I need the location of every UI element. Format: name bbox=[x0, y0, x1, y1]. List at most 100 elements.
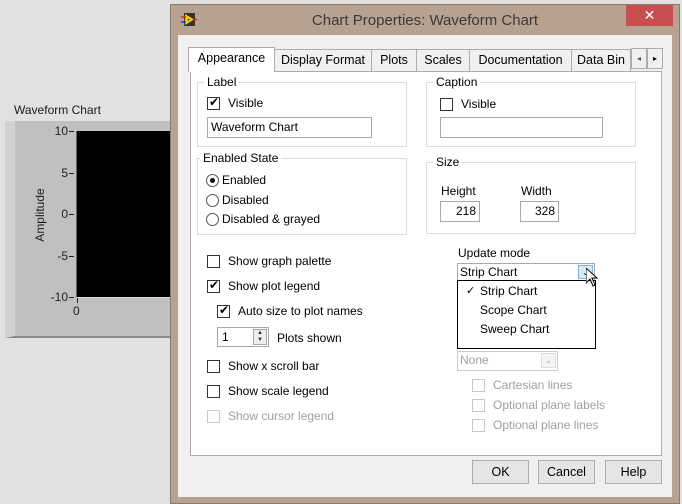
show-cursor-legend-label: Show cursor legend bbox=[228, 409, 335, 423]
tab-data-binding[interactable]: Data Bin bbox=[571, 49, 631, 71]
radio-disabled-grayed[interactable]: Disabled & grayed bbox=[206, 212, 320, 226]
x-tick-mark bbox=[77, 298, 78, 303]
y-tick-label: 5 bbox=[38, 166, 74, 180]
menu-item-label: Sweep Chart bbox=[480, 322, 550, 336]
enabled-state-title: Enabled State bbox=[200, 151, 282, 165]
cartesian-lines-checkbox: Cartesian lines bbox=[472, 378, 572, 392]
cartesian-lines-label: Cartesian lines bbox=[493, 378, 573, 392]
tab-display-format[interactable]: Display Format bbox=[274, 49, 372, 71]
plots-shown-label: Plots shown bbox=[277, 331, 342, 345]
show-scale-legend-checkbox[interactable]: Show scale legend bbox=[207, 384, 329, 398]
tab-appearance[interactable]: Appearance bbox=[188, 47, 275, 72]
radio-disabled[interactable]: Disabled bbox=[206, 193, 269, 207]
show-plot-legend-label: Show plot legend bbox=[228, 279, 321, 293]
tab-documentation[interactable]: Documentation bbox=[469, 49, 572, 71]
auto-size-checkbox[interactable]: Auto size to plot names bbox=[217, 303, 363, 318]
close-button[interactable]: ✕ bbox=[626, 5, 673, 26]
tab-scroll-left-button[interactable]: ◂ bbox=[631, 48, 647, 69]
radio-disabled-label: Disabled bbox=[222, 193, 269, 207]
y-tick-label: 0 bbox=[38, 207, 74, 221]
menu-item-sweep-chart[interactable]: Sweep Chart bbox=[458, 320, 595, 339]
enabled-state-group: Enabled State Enabled Disabled Disabled … bbox=[197, 151, 407, 235]
menu-item-scope-chart[interactable]: Scope Chart bbox=[458, 301, 595, 320]
radio-disabled-grayed-label: Disabled & grayed bbox=[222, 212, 321, 226]
menu-item-label: Scope Chart bbox=[480, 303, 547, 317]
plots-shown-spinner[interactable]: 1 ▲ ▼ bbox=[217, 327, 269, 347]
checkbox-box bbox=[472, 418, 485, 432]
menu-item-strip-chart[interactable]: ✓ Strip Chart bbox=[458, 282, 595, 301]
spinner-buttons[interactable]: ▲ ▼ bbox=[253, 329, 267, 345]
width-input[interactable]: 328 bbox=[520, 201, 559, 222]
waveform-chart-plot-area[interactable] bbox=[76, 131, 176, 298]
appearance-panel: Label Visible Waveform Chart Caption Vis… bbox=[190, 71, 662, 456]
checkbox-box bbox=[207, 254, 220, 268]
show-graph-palette-label: Show graph palette bbox=[228, 254, 332, 268]
arrow-left-icon: ◂ bbox=[636, 54, 641, 63]
checkbox-box bbox=[440, 97, 453, 111]
radio-enabled[interactable]: Enabled bbox=[206, 173, 266, 187]
chevron-down-icon: ⌄ bbox=[541, 353, 556, 368]
show-x-scroll-bar-checkbox[interactable]: Show x scroll bar bbox=[207, 359, 319, 373]
label-group: Label Visible Waveform Chart bbox=[197, 75, 407, 147]
close-icon: ✕ bbox=[643, 7, 656, 23]
checkbox-box bbox=[207, 278, 220, 293]
show-scale-legend-label: Show scale legend bbox=[228, 384, 329, 398]
y-tick-label: -10 bbox=[38, 290, 74, 304]
tab-scales[interactable]: Scales bbox=[416, 49, 470, 71]
radio-dot bbox=[206, 173, 219, 187]
label-text-input[interactable]: Waveform Chart bbox=[207, 117, 372, 138]
optional-plane-labels-checkbox: Optional plane labels bbox=[472, 398, 605, 412]
checkbox-box bbox=[207, 384, 220, 398]
optional-plane-labels-label: Optional plane labels bbox=[493, 398, 606, 412]
optional-plane-lines-checkbox: Optional plane lines bbox=[472, 418, 598, 432]
update-mode-select[interactable]: Strip Chart ⌄ bbox=[457, 263, 595, 281]
checkbox-box bbox=[472, 398, 485, 412]
optional-plane-lines-label: Optional plane lines bbox=[493, 418, 599, 432]
tab-plots[interactable]: Plots bbox=[371, 49, 417, 71]
chart-properties-dialog: + Chart Properties: Waveform Chart ✕ App… bbox=[170, 4, 680, 504]
special-plane-value: None bbox=[460, 353, 489, 367]
update-mode-value: Strip Chart bbox=[460, 265, 518, 279]
checkmark-icon: ✓ bbox=[466, 285, 476, 297]
waveform-chart-label: Waveform Chart bbox=[14, 103, 101, 117]
size-group-title: Size bbox=[433, 155, 463, 169]
x-tick-label: 0 bbox=[73, 304, 80, 318]
caption-group: Caption Visible bbox=[426, 75, 636, 147]
radio-dot bbox=[206, 212, 219, 226]
checkbox-box bbox=[217, 303, 230, 318]
show-graph-palette-checkbox[interactable]: Show graph palette bbox=[207, 254, 331, 268]
checkbox-box bbox=[207, 359, 220, 373]
checkbox-box bbox=[207, 409, 220, 423]
y-tick-label: 10 bbox=[38, 124, 74, 138]
tab-scroll-right-button[interactable]: ▸ bbox=[647, 48, 663, 69]
radio-enabled-label: Enabled bbox=[222, 173, 267, 187]
checkbox-box bbox=[472, 378, 485, 392]
label-visible-text: Visible bbox=[228, 96, 264, 110]
height-input[interactable]: 218 bbox=[440, 201, 480, 222]
title-bar[interactable]: + Chart Properties: Waveform Chart ✕ bbox=[171, 5, 679, 35]
ok-button[interactable]: OK bbox=[472, 460, 529, 484]
dialog-title: Chart Properties: Waveform Chart bbox=[311, 12, 539, 29]
dialog-client-area: Appearance Display Format Plots Scales D… bbox=[178, 35, 672, 497]
label-group-title: Label bbox=[204, 75, 240, 89]
size-group: Size Height 218 Width 328 bbox=[426, 155, 636, 234]
y-tick-label: -5 bbox=[38, 249, 74, 263]
caption-group-title: Caption bbox=[433, 75, 481, 89]
help-button[interactable]: Help bbox=[605, 460, 662, 484]
show-cursor-legend-checkbox: Show cursor legend bbox=[207, 409, 334, 423]
update-mode-label: Update mode bbox=[458, 246, 531, 260]
caption-visible-text: Visible bbox=[461, 97, 497, 111]
auto-size-label: Auto size to plot names bbox=[238, 304, 363, 318]
show-x-scroll-bar-label: Show x scroll bar bbox=[228, 359, 320, 373]
caption-text-input[interactable] bbox=[440, 117, 603, 138]
mouse-cursor-icon bbox=[586, 268, 598, 287]
show-plot-legend-checkbox[interactable]: Show plot legend bbox=[207, 278, 321, 293]
menu-item-label: Strip Chart bbox=[480, 284, 538, 298]
caption-visible-checkbox[interactable]: Visible bbox=[440, 97, 496, 111]
arrow-right-icon: ▸ bbox=[652, 54, 657, 63]
plots-shown-value: 1 bbox=[222, 330, 229, 344]
label-visible-checkbox[interactable]: Visible bbox=[207, 95, 264, 110]
cancel-button[interactable]: Cancel bbox=[538, 460, 595, 484]
width-label: Width bbox=[521, 184, 552, 198]
update-mode-menu: ✓ Strip Chart Scope Chart Sweep Chart bbox=[457, 280, 596, 349]
